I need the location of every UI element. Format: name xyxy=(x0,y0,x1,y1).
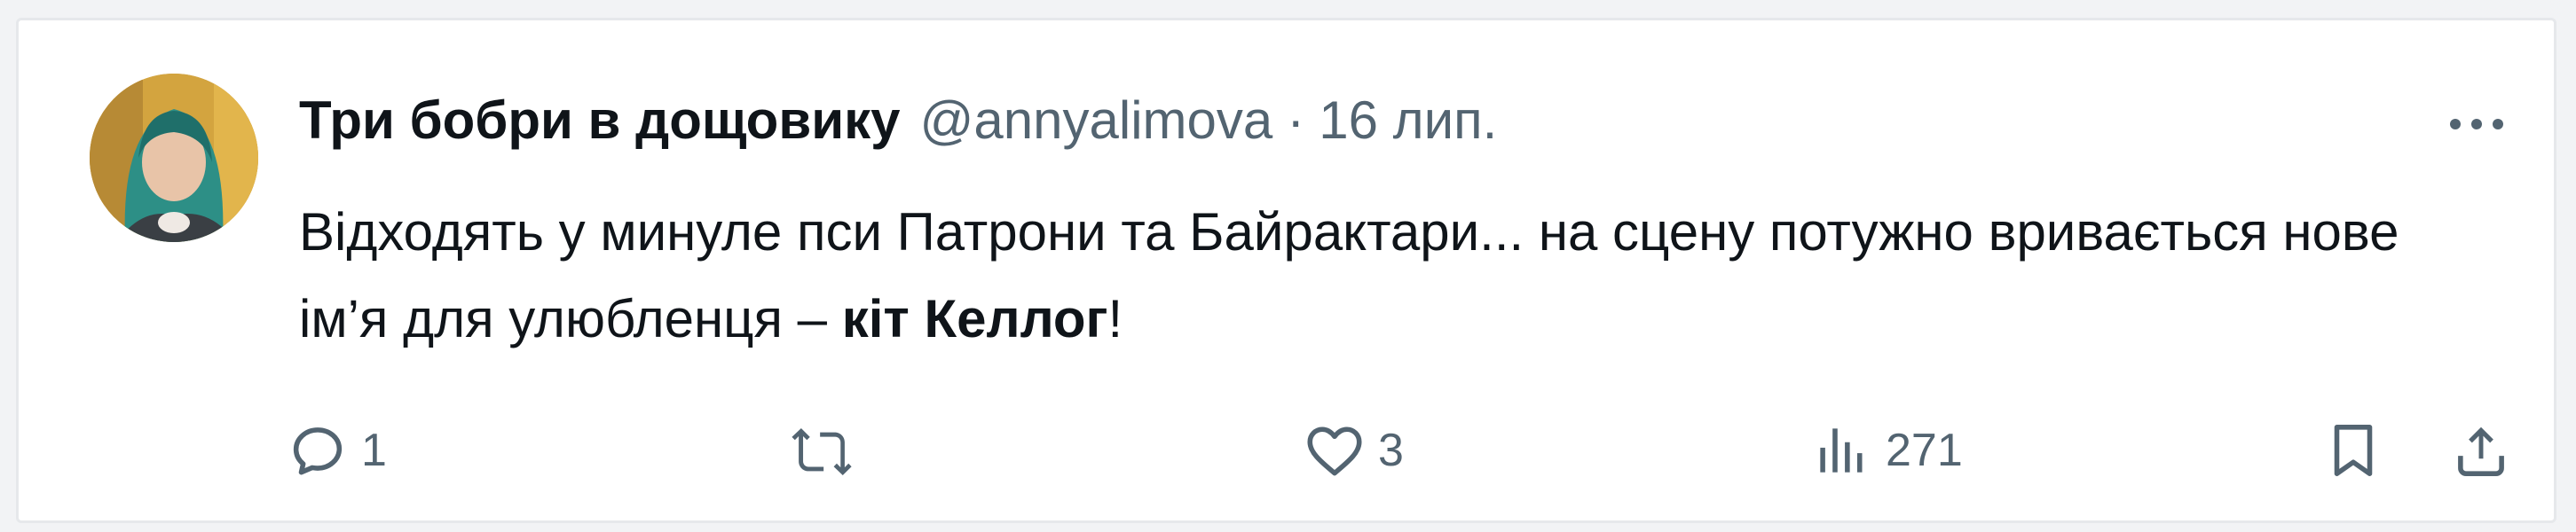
bookmark-icon xyxy=(2334,425,2373,476)
retweet-button[interactable] xyxy=(789,411,865,490)
reply-count: 1 xyxy=(361,425,387,476)
tweet-text-part2: ! xyxy=(1107,289,1123,348)
more-button[interactable] xyxy=(2441,102,2512,146)
more-icon xyxy=(2450,119,2503,129)
views-button[interactable]: 271 xyxy=(1809,411,1963,490)
retweet-icon xyxy=(792,428,852,476)
like-count: 3 xyxy=(1378,425,1404,476)
reply-button[interactable]: 1 xyxy=(285,411,387,490)
avatar-image xyxy=(90,74,258,242)
views-icon xyxy=(1820,428,1863,473)
tweet-text-bold: кіт Келлог xyxy=(841,289,1108,348)
views-count: 271 xyxy=(1886,425,1963,476)
tweet-card[interactable]: Три бобри в дощовику @annyalimova · 16 л… xyxy=(16,18,2556,523)
tweet-date[interactable]: 16 лип. xyxy=(1319,90,1497,151)
tweet-header: Три бобри в дощовику @annyalimova · 16 л… xyxy=(299,90,1497,169)
display-name[interactable]: Три бобри в дощовику xyxy=(299,90,901,151)
bookmark-button[interactable] xyxy=(2320,411,2386,490)
reply-icon xyxy=(293,427,343,475)
separator-dot: · xyxy=(1287,90,1305,150)
action-bar: 1 3 271 xyxy=(19,411,2554,490)
user-handle[interactable]: @annyalimova xyxy=(920,90,1273,151)
tweet-text-part1: Відходять у минуле пси Патрони та Байрак… xyxy=(299,202,2399,348)
avatar[interactable] xyxy=(90,74,258,242)
like-icon xyxy=(1307,426,1362,476)
tweet-text: Відходять у минуле пси Патрони та Байрак… xyxy=(299,189,2429,363)
share-button[interactable] xyxy=(2448,411,2514,490)
like-button[interactable]: 3 xyxy=(1302,411,1404,490)
share-icon xyxy=(2458,426,2504,476)
